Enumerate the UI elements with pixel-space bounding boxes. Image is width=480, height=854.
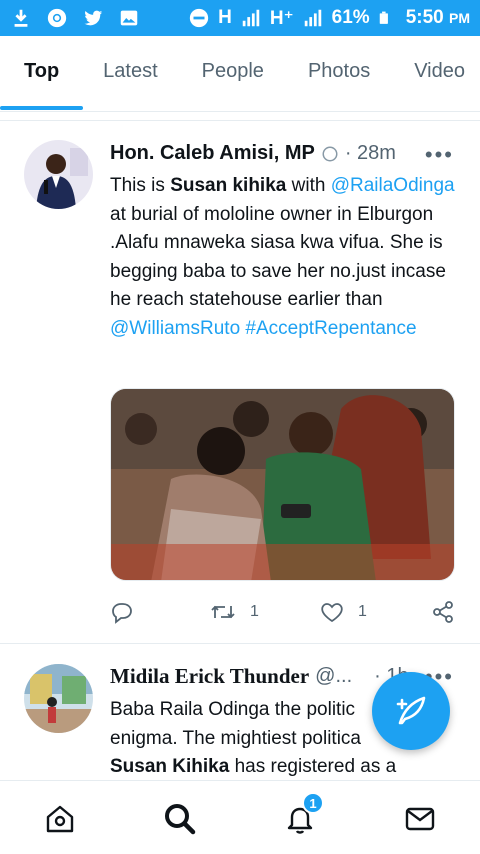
clock: 5:50 PM	[405, 7, 470, 28]
nav-search[interactable]	[160, 799, 200, 839]
search-tabs: Top Latest People Photos Video	[0, 36, 480, 112]
status-bar: H H⁺ 61% 5:50 PM	[0, 0, 480, 36]
bottom-navigation	[0, 780, 480, 854]
text-segment: at burial of mololine owner in Elburgon …	[110, 203, 446, 311]
messages-icon	[405, 807, 435, 831]
network-type-2: H⁺	[269, 7, 294, 29]
tab-latest[interactable]: Latest	[81, 36, 179, 106]
tweet[interactable]: Hon. Caleb Amisi, MP · 28m ••• This is S…	[0, 122, 480, 642]
like-count: 1	[358, 603, 367, 620]
text-segment: with	[286, 175, 331, 196]
signal-icon	[304, 9, 321, 27]
retweet-count: 1	[250, 603, 259, 620]
tab-label: Top	[24, 59, 60, 82]
hashtag-link[interactable]: #AcceptRepentance	[245, 318, 416, 339]
reply-icon	[112, 603, 132, 624]
avatar[interactable]	[24, 140, 93, 209]
tweet-actions: 1 1	[110, 600, 455, 624]
text-segment: has registered as a	[229, 756, 397, 777]
mention-link[interactable]: @WilliamsRuto	[110, 318, 240, 339]
tab-video[interactable]: Video	[392, 36, 465, 106]
tab-label: Latest	[103, 59, 158, 82]
author-name[interactable]: Hon. Caleb Amisi, MP	[110, 142, 315, 165]
author-handle[interactable]: @...	[315, 665, 352, 688]
author-name[interactable]: Midila Erick Thunder	[110, 664, 309, 689]
tweet-header: Midila Erick Thunder @... · 1h	[110, 664, 409, 689]
dnd-icon	[190, 8, 209, 28]
retweet-icon	[211, 605, 235, 619]
tab-top[interactable]: Top	[0, 36, 84, 110]
like-icon	[321, 603, 343, 623]
tab-label: People	[201, 59, 264, 82]
mention-bold: Susan Kihika	[110, 756, 230, 777]
tab-photos[interactable]: Photos	[286, 36, 392, 106]
twitter-icon	[84, 10, 103, 26]
tab-label: Photos	[307, 59, 371, 82]
nav-messages[interactable]	[400, 799, 440, 839]
more-options-icon[interactable]: •••	[425, 142, 454, 168]
mention-bold: Susan kihika	[170, 175, 287, 196]
image-icon	[120, 10, 138, 26]
share-icon	[433, 601, 453, 623]
like-button[interactable]: 1	[320, 600, 430, 624]
compose-tweet-button[interactable]	[372, 672, 450, 750]
nav-home[interactable]	[40, 799, 80, 839]
network-type-1: H	[218, 7, 232, 28]
share-button[interactable]	[431, 600, 455, 624]
verified-icon	[322, 146, 338, 161]
text-segment: This is	[110, 175, 171, 196]
home-icon	[46, 805, 74, 833]
battery-percent: 61%	[331, 7, 370, 28]
tab-label: Video	[414, 59, 465, 82]
signal-icon	[242, 9, 260, 27]
active-tab-indicator	[0, 106, 84, 110]
tweet-photo[interactable]	[110, 388, 455, 581]
reply-button[interactable]	[110, 600, 210, 624]
battery-icon	[379, 11, 388, 24]
avatar[interactable]	[24, 664, 93, 733]
chrome-icon	[47, 8, 67, 28]
mention-link[interactable]: @RailaOdinga	[331, 175, 455, 196]
tweet-time[interactable]: · 28m	[345, 142, 396, 165]
tweet-text: This is Susan kihika with @RailaOdinga a…	[110, 172, 460, 343]
tweet-header: Hon. Caleb Amisi, MP · 28m	[110, 142, 396, 165]
tab-people[interactable]: People	[180, 36, 286, 106]
notifications-badge: 1	[302, 792, 324, 814]
divider	[0, 120, 480, 121]
download-icon	[14, 9, 28, 27]
compose-icon	[396, 696, 426, 725]
search-icon	[165, 804, 196, 835]
retweet-button[interactable]: 1	[210, 600, 320, 624]
